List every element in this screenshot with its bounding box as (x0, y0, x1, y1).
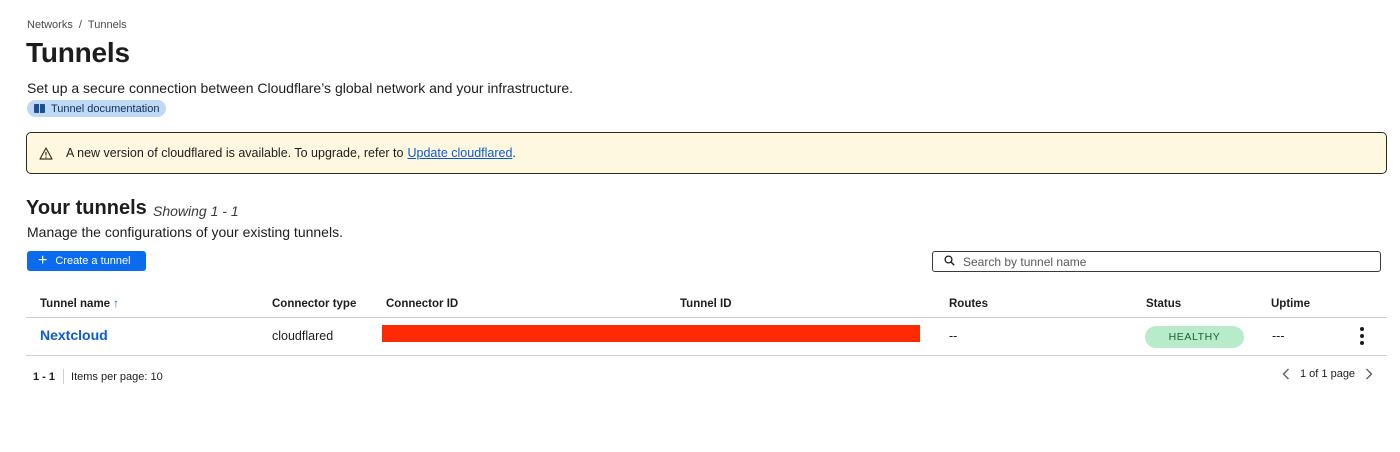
page-description: Set up a secure connection between Cloud… (27, 80, 574, 96)
create-tunnel-label: Create a tunnel (55, 255, 131, 267)
breadcrumb: Networks / Tunnels (27, 19, 127, 31)
plus-icon: + (38, 252, 48, 269)
connector-type-cell: cloudflared (272, 329, 334, 343)
items-per-page[interactable]: Items per page: 10 (71, 371, 163, 383)
routes-cell: -- (949, 329, 958, 343)
search-input[interactable] (963, 254, 1363, 269)
section-title: Your tunnels (26, 197, 147, 219)
page-title: Tunnels (26, 37, 130, 68)
pagination-controls: 1 of 1 page (1281, 367, 1374, 381)
column-header-routes: Routes (949, 298, 988, 310)
pagination-divider (63, 369, 65, 384)
table-divider (26, 317, 1387, 318)
search-box (932, 251, 1381, 272)
tunnel-name-link[interactable]: Nextcloud (40, 327, 108, 343)
row-actions-menu-icon[interactable] (1357, 327, 1367, 345)
book-icon (34, 104, 45, 113)
tunnel-documentation-link[interactable]: Tunnel documentation (27, 100, 167, 117)
chevron-left-icon[interactable] (1281, 367, 1291, 381)
column-header-connector-type: Connector type (272, 298, 357, 310)
column-header-tunnel-id: Tunnel ID (680, 298, 732, 310)
column-header-tunnel-name[interactable]: Tunnel name ↑ (40, 298, 119, 310)
redacted-ids (382, 325, 920, 342)
create-tunnel-button[interactable]: + Create a tunnel (27, 251, 146, 271)
warning-triangle-icon (39, 146, 53, 160)
pagination-range: 1 - 1 (33, 370, 56, 383)
arrow-up-icon: ↑ (113, 298, 119, 310)
column-label-tunnel-name: Tunnel name (40, 298, 111, 310)
column-header-status: Status (1146, 298, 1182, 310)
column-header-uptime: Uptime (1271, 298, 1310, 310)
breadcrumb-separator: / (78, 19, 82, 31)
table-divider (26, 355, 1387, 356)
tunnel-documentation-label: Tunnel documentation (51, 102, 160, 115)
status-badge: HEALTHY (1145, 326, 1244, 348)
uptime-cell: --- (1272, 329, 1285, 343)
showing-count: Showing 1 - 1 (153, 203, 239, 219)
search-icon (944, 253, 955, 271)
column-header-connector-id: Connector ID (386, 298, 459, 310)
breadcrumb-networks[interactable]: Networks (27, 19, 73, 31)
section-description: Manage the configurations of your existi… (27, 224, 343, 240)
breadcrumb-tunnels: Tunnels (87, 19, 127, 31)
update-alert: A new version of cloudflared is availabl… (26, 132, 1387, 174)
alert-text: A new version of cloudflared is availabl… (66, 146, 404, 160)
chevron-right-icon[interactable] (1364, 367, 1374, 381)
page-info: 1 of 1 page (1300, 368, 1356, 380)
update-cloudflared-link[interactable]: Update cloudflared (407, 146, 512, 160)
alert-suffix: . (512, 146, 516, 160)
pagination-summary: 1 - 1 Items per page: 10 (33, 369, 163, 384)
